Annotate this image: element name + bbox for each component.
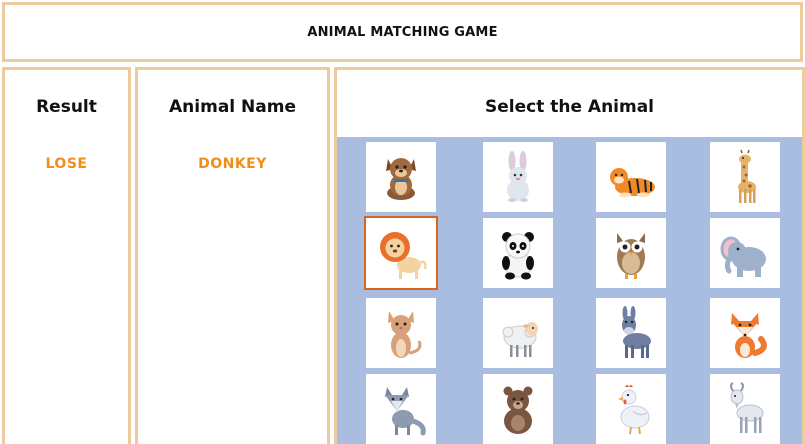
animal-name-heading: Animal Name bbox=[169, 97, 296, 117]
result-heading: Result bbox=[36, 97, 97, 117]
animal-card-dog[interactable] bbox=[366, 142, 436, 212]
animal-card-chicken[interactable] bbox=[596, 374, 666, 444]
animal-card-bear[interactable] bbox=[483, 374, 553, 444]
select-animal-heading: Select the Animal bbox=[484, 97, 655, 117]
animal-card-wolf[interactable] bbox=[366, 374, 436, 444]
result-panel: Result LOSE bbox=[2, 67, 131, 444]
animal-name-value: DONKEY bbox=[198, 156, 267, 172]
game-title: ANIMAL MATCHING GAME bbox=[307, 24, 498, 40]
title-bar: ANIMAL MATCHING GAME bbox=[2, 2, 803, 62]
animal-name-panel: Animal Name DONKEY bbox=[135, 67, 330, 444]
animal-card-donkey[interactable] bbox=[596, 298, 666, 368]
animal-card-cat[interactable] bbox=[366, 298, 436, 368]
animal-card-goat[interactable] bbox=[710, 374, 780, 444]
animal-card-owl[interactable] bbox=[596, 218, 666, 288]
animal-card-elephant[interactable] bbox=[710, 218, 780, 288]
animal-card-giraffe[interactable] bbox=[710, 142, 780, 212]
animal-card-panda[interactable] bbox=[483, 218, 553, 288]
result-value: LOSE bbox=[45, 156, 88, 172]
animal-card-sheep[interactable] bbox=[483, 298, 553, 368]
animal-card-rabbit[interactable] bbox=[483, 142, 553, 212]
select-animal-panel: Select the Animal bbox=[334, 67, 805, 444]
animal-card-lion[interactable] bbox=[364, 216, 438, 290]
animal-card-fox[interactable] bbox=[710, 298, 780, 368]
animal-card-tiger[interactable] bbox=[596, 142, 666, 212]
animal-grid bbox=[337, 137, 802, 444]
